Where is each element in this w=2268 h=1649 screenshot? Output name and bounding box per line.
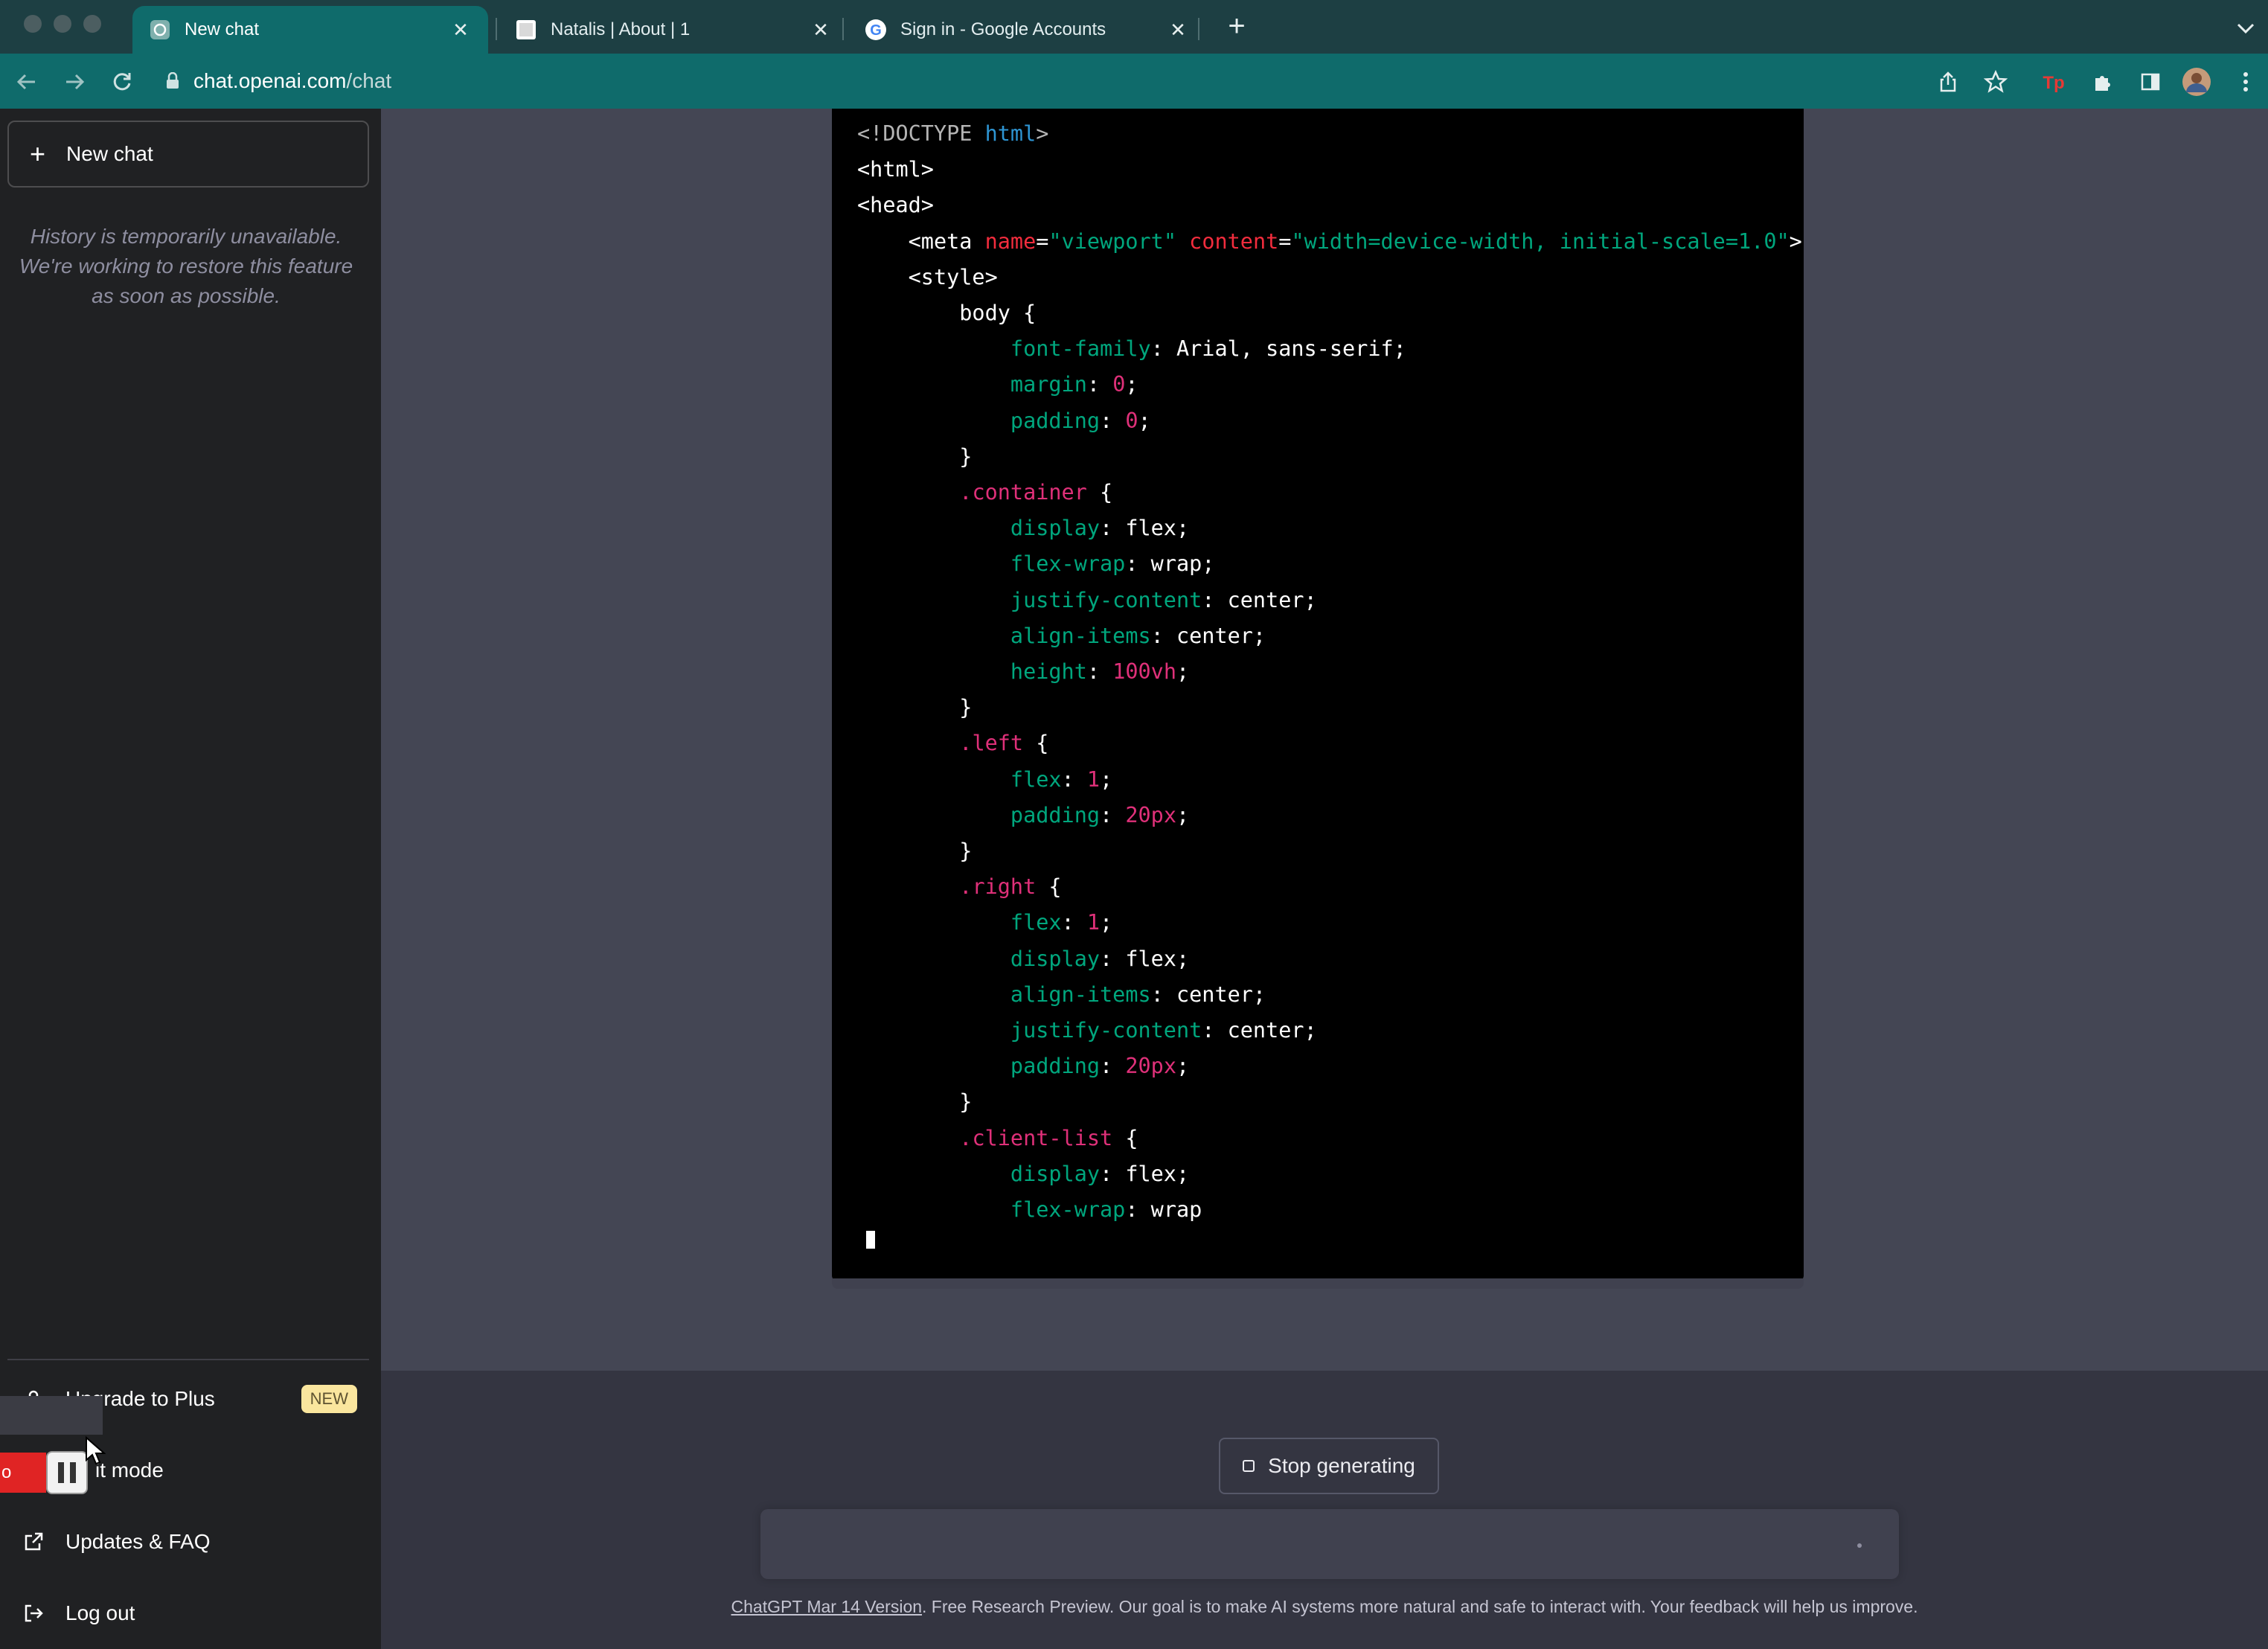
profile-avatar[interactable]: [2180, 65, 2213, 98]
new-badge: NEW: [301, 1385, 357, 1413]
stop-generating-button[interactable]: Stop generating: [1219, 1438, 1439, 1494]
updates-faq-label: Updates & FAQ: [65, 1530, 211, 1553]
code-line: }: [857, 695, 973, 720]
code-line: display: flex;: [1010, 1161, 1190, 1186]
log-out-label: Log out: [65, 1601, 135, 1624]
reload-icon[interactable]: [106, 65, 138, 98]
code-line: .right {: [959, 874, 1062, 900]
code-line: align-items: center;: [1010, 623, 1266, 648]
code-line: <head>: [857, 193, 934, 218]
code-line: body {: [857, 301, 1037, 326]
tab-new-chat[interactable]: New chat ✕: [132, 6, 488, 54]
version-link[interactable]: ChatGPT Mar 14 Version: [731, 1597, 923, 1616]
code-content: <!DOCTYPE html> <html> <head> <meta name="…: [857, 116, 1802, 1228]
footer-disclaimer: ChatGPT Mar 14 Version. Free Research Pr…: [381, 1597, 2268, 1617]
address-bar[interactable]: chat.openai.com/chat: [165, 60, 1951, 103]
tab-close-icon[interactable]: ✕: [810, 19, 832, 42]
code-line: display: flex;: [1010, 946, 1190, 971]
extension-tp-icon[interactable]: Tp: [2037, 65, 2070, 98]
tab-google-sign-in[interactable]: G Sign in - Google Accounts ✕: [848, 6, 1205, 54]
footer-text: . Free Research Preview. Our goal is to …: [922, 1597, 1918, 1616]
code-line: <!DOCTYPE html>: [857, 121, 1049, 146]
bookmark-star-icon[interactable]: [1979, 65, 2012, 98]
tab-title: Sign in - Google Accounts: [900, 19, 1106, 39]
logout-icon: [22, 1602, 45, 1624]
code-line: <html>: [857, 157, 934, 182]
sidebar-divider: [7, 1359, 369, 1360]
external-link-icon: [22, 1531, 45, 1553]
forward-arrow-icon[interactable]: [58, 65, 91, 98]
page-favicon-icon: [515, 19, 537, 41]
code-line: font-family: Arial, sans-serif;: [1010, 336, 1406, 362]
streaming-cursor: [866, 1231, 875, 1249]
browser-toolbar: chat.openai.com/chat Tp: [0, 54, 2268, 109]
lock-icon: [165, 72, 180, 90]
code-line: <meta name="viewport" content="width=dev…: [908, 228, 1802, 254]
kebab-menu-icon[interactable]: [2229, 65, 2262, 98]
tab-separator: [496, 18, 497, 40]
openai-favicon-icon: [149, 19, 171, 41]
window-minimize-dot[interactable]: [54, 15, 71, 33]
url-host: chat.openai.com: [193, 69, 347, 92]
back-arrow-icon[interactable]: [10, 65, 43, 98]
code-line: .client-list {: [959, 1125, 1138, 1150]
stop-generating-label: Stop generating: [1268, 1454, 1415, 1477]
tab-close-icon[interactable]: ✕: [449, 19, 472, 42]
tab-separator: [1198, 18, 1199, 40]
code-line: }: [857, 839, 973, 864]
tab-title: Natalis | About | 1: [551, 19, 691, 39]
code-line: <style>: [908, 264, 998, 289]
tab-natalis-about[interactable]: Natalis | About | 1 ✕: [499, 6, 848, 54]
code-line: padding: 20px;: [1010, 1054, 1190, 1079]
code-line: justify-content: center;: [1010, 587, 1317, 612]
code-line: padding: 20px;: [1010, 802, 1190, 827]
code-line: flex-wrap: wrap: [1010, 1197, 1202, 1223]
loading-dot-icon: [1857, 1543, 1862, 1548]
code-line: margin: 0;: [1010, 372, 1138, 397]
code-line: justify-content: center;: [1010, 1018, 1317, 1043]
share-icon[interactable]: [1932, 65, 1964, 98]
message-input[interactable]: [760, 1509, 1899, 1579]
history-unavailable-message: History is temporarily unavailable. We'r…: [19, 225, 353, 307]
tab-separator: [842, 18, 844, 40]
code-line: .container {: [959, 480, 1113, 505]
code-line: }: [857, 444, 973, 469]
tab-title: New chat: [185, 19, 260, 39]
sidebar-icon[interactable]: [2134, 65, 2167, 98]
new-chat-button[interactable]: + New chat: [7, 121, 369, 188]
chat-main-area: <!DOCTYPE html> <html> <head> <meta name="…: [381, 109, 2268, 1649]
code-line: .left {: [959, 731, 1049, 756]
code-block: <!DOCTYPE html> <html> <head> <meta name="…: [832, 109, 1804, 1289]
new-chat-label: New chat: [66, 142, 153, 165]
code-line: align-items: center;: [1010, 982, 1266, 1007]
code-line: }: [857, 1089, 973, 1115]
code-block-scrollbar[interactable]: [832, 1278, 1804, 1289]
code-line: flex: 1;: [1010, 910, 1113, 935]
tab-search-chevron-icon[interactable]: [2232, 15, 2259, 42]
google-favicon-icon: G: [865, 19, 887, 41]
code-line: padding: 0;: [1010, 408, 1151, 433]
updates-faq-link[interactable]: Updates & FAQ: [22, 1520, 357, 1564]
code-line: display: flex;: [1010, 516, 1190, 541]
recorder-pause-icon[interactable]: [46, 1451, 88, 1494]
mouse-cursor-icon: [85, 1435, 106, 1466]
recorder-stop-button[interactable]: o: [0, 1453, 46, 1493]
svg-text:Tp: Tp: [2043, 73, 2064, 93]
stop-square-icon: [1243, 1460, 1255, 1472]
window-zoom-dot[interactable]: [83, 15, 101, 33]
code-line: height: 100vh;: [1010, 659, 1190, 685]
tab-close-icon[interactable]: ✕: [1167, 19, 1189, 42]
browser-tab-bar: New chat ✕ Natalis | About | 1 ✕ G Sign …: [0, 0, 2268, 54]
window-close-dot[interactable]: [24, 15, 42, 33]
code-line: flex: 1;: [1010, 766, 1113, 792]
plus-icon: +: [30, 138, 46, 169]
svg-text:G: G: [870, 22, 882, 39]
log-out-button[interactable]: Log out: [22, 1591, 357, 1636]
url-path: /chat: [346, 69, 392, 92]
new-tab-plus-icon[interactable]: +: [1220, 10, 1253, 43]
code-line: flex-wrap: wrap;: [1010, 551, 1215, 577]
recorder-toolbar-strip: [0, 1396, 103, 1435]
extensions-puzzle-icon[interactable]: [2086, 65, 2119, 98]
